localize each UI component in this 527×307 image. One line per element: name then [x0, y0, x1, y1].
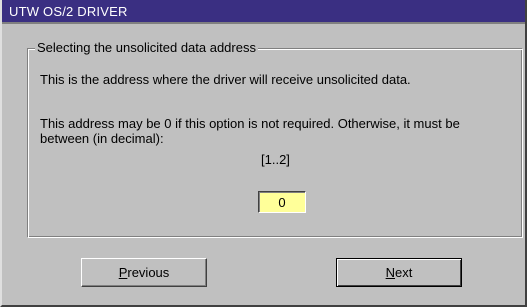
next-button[interactable]: Next [336, 258, 462, 287]
group-legend: Selecting the unsolicited data address [35, 40, 258, 56]
window-title: UTW OS/2 DRIVER [9, 4, 128, 19]
next-label: ext [395, 265, 413, 280]
constraint-text: This address may be 0 if this option is … [40, 116, 460, 146]
previous-button[interactable]: Previous [81, 258, 207, 287]
previous-label: revious [127, 265, 170, 280]
description-text: This is the address where the driver wil… [40, 72, 411, 87]
title-bar[interactable]: UTW OS/2 DRIVER [2, 0, 525, 24]
address-input[interactable] [258, 191, 306, 213]
range-label: [1..2] [261, 152, 290, 167]
next-mnemonic: N [385, 265, 396, 280]
dialog-window: UTW OS/2 DRIVER Selecting the unsolicite… [0, 0, 527, 307]
